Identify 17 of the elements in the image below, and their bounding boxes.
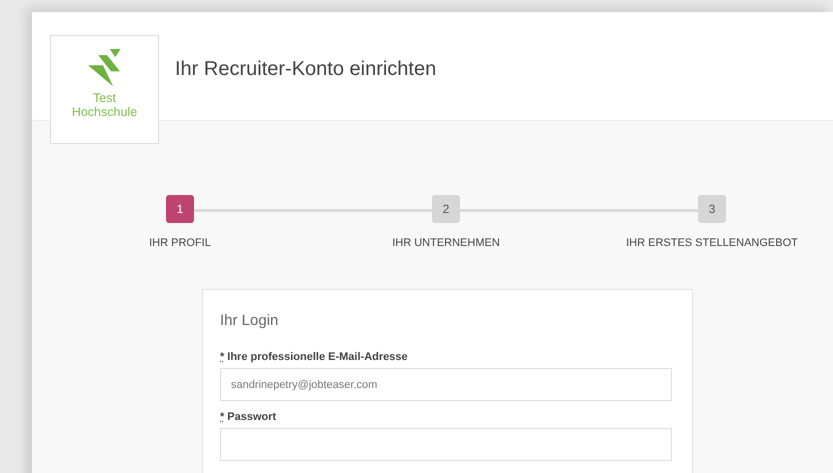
step-number[interactable]: 3 <box>698 195 726 223</box>
required-mark: * <box>220 351 224 363</box>
field-label: Passwort <box>227 411 276 423</box>
input-field[interactable] <box>220 428 672 461</box>
logo-text: Test <box>93 91 116 105</box>
step-label: IHR UNTERNEHMEN <box>392 237 500 249</box>
logo-icon <box>88 48 122 88</box>
step-number[interactable]: 2 <box>432 195 460 223</box>
card-title: Ihr Login <box>220 312 280 329</box>
step-label: IHR PROFIL <box>149 237 211 249</box>
logo-text: Hochschule <box>72 105 138 119</box>
page-title: Ihr Recruiter-Konto einrichten <box>175 56 436 80</box>
field-label: Ihre professionelle E-Mail-Adresse <box>227 351 408 363</box>
input-field[interactable]: sandrinepetry@jobteaser.com <box>220 368 672 401</box>
step-label: IHR ERSTES STELLENANGEBOT <box>626 237 798 249</box>
step-number[interactable]: 1 <box>166 195 194 223</box>
required-mark: * <box>220 411 224 423</box>
